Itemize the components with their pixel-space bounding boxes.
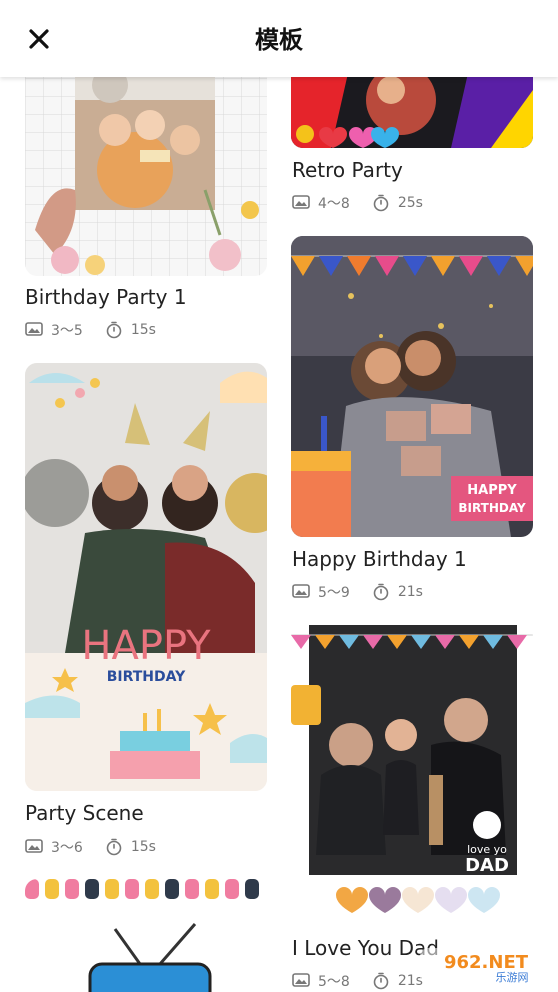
- svg-text:乐游网: 乐游网: [496, 971, 529, 984]
- happy-text: HAPPY: [467, 483, 517, 498]
- photo-count: 3～6: [51, 840, 83, 856]
- template-meta: 5～9 21s: [292, 582, 423, 602]
- duration: 21s: [397, 584, 423, 600]
- template-card-i-love-you-dad[interactable]: love yo DAD: [291, 625, 533, 925]
- timer-icon: [372, 194, 390, 212]
- top-bar: 模板: [0, 0, 558, 77]
- template-meta: 5～8 21s: [292, 971, 423, 991]
- dad-text: DAD: [465, 855, 509, 876]
- timer-icon: [372, 583, 390, 601]
- timer-icon: [105, 838, 123, 856]
- template-meta: 3～6 15s: [25, 837, 156, 857]
- template-thumbnail: [25, 60, 267, 276]
- duration: 25s: [397, 195, 423, 211]
- template-name: Birthday Party 1: [25, 285, 187, 309]
- template-name: Retro Party: [292, 158, 403, 182]
- template-thumbnail: love yo DAD: [291, 625, 533, 925]
- template-thumbnail: [25, 879, 267, 992]
- photo-count: 5～8: [318, 974, 350, 990]
- happy-text: HAPPY: [81, 623, 211, 669]
- template-thumbnail: HAPPY BIRTHDAY: [291, 236, 533, 537]
- template-card-next[interactable]: [25, 879, 267, 992]
- template-card-birthday-party-1[interactable]: [25, 60, 267, 276]
- duration: 15s: [130, 839, 156, 855]
- timer-icon: [105, 321, 123, 339]
- template-meta: 4～8 25s: [292, 193, 423, 213]
- svg-text:962.NET: 962.NET: [444, 952, 529, 973]
- photo-count-icon: [292, 194, 310, 212]
- photo-count: 3～5: [51, 323, 83, 339]
- duration: 15s: [130, 322, 156, 338]
- photo-count-icon: [292, 583, 310, 601]
- template-meta: 3～5 15s: [25, 320, 156, 340]
- page-title: 模板: [255, 26, 303, 54]
- photo-count: 4～8: [318, 196, 350, 212]
- template-card-party-scene[interactable]: HAPPY BIRTHDAY: [25, 363, 267, 791]
- site-watermark: 962.NET 乐游网: [420, 946, 552, 986]
- template-name: Happy Birthday 1: [292, 547, 467, 571]
- template-name: I Love You Dad: [292, 936, 439, 960]
- photo-count-icon: [25, 838, 43, 856]
- template-thumbnail: HAPPY BIRTHDAY: [25, 363, 267, 791]
- watermark-logo: 962.NET 乐游网: [420, 948, 552, 984]
- birthday-text: BIRTHDAY: [458, 501, 526, 515]
- photo-count-icon: [292, 972, 310, 990]
- birthday-text: BIRTHDAY: [107, 669, 186, 685]
- template-card-happy-birthday-1[interactable]: HAPPY BIRTHDAY: [291, 236, 533, 537]
- timer-icon: [372, 972, 390, 990]
- photo-count-icon: [25, 321, 43, 339]
- photo-count: 5～9: [318, 585, 350, 601]
- template-name: Party Scene: [25, 801, 144, 825]
